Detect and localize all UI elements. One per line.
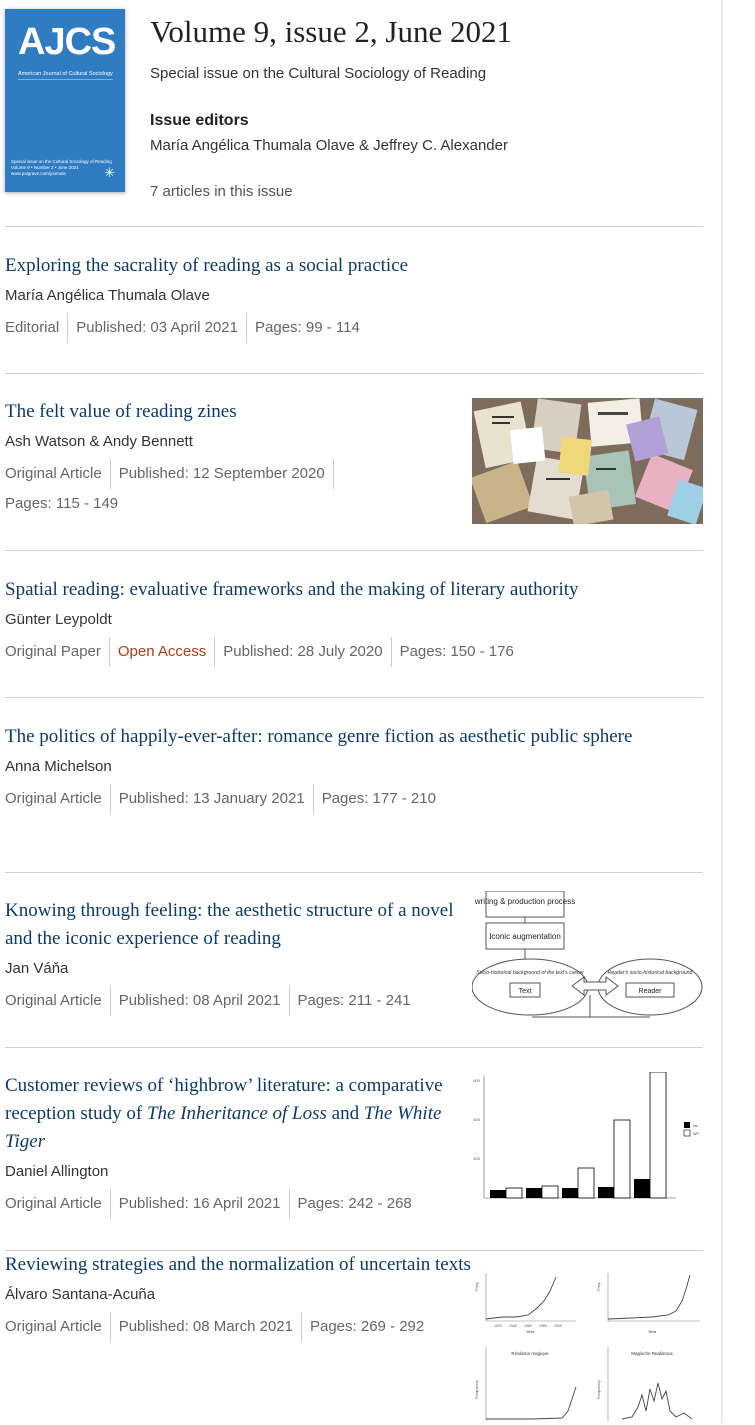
x-tick-label: 1920: [494, 1324, 502, 1328]
ngram-figure: Freq. 1920 1940 1960 1980 2000 Year Freq…: [474, 1273, 700, 1421]
article-pages: Pages: 242 - 268: [297, 1195, 412, 1212]
article-published: Published: 03 April 2021: [76, 313, 247, 343]
y-axis-label: Frequency: [596, 1380, 601, 1399]
x-tick-label: 2000: [554, 1324, 562, 1328]
cover-emblem-icon: ✳: [104, 165, 115, 180]
diagram-box-writing: writing & production process: [474, 897, 576, 906]
article-type: Original Article: [5, 784, 111, 814]
tick-label: 200: [473, 1156, 480, 1161]
article-item: The felt value of reading zines Ash Wats…: [5, 373, 703, 550]
article-type: Original Article: [5, 1312, 111, 1342]
article-item: The politics of happily-ever-after: roma…: [5, 697, 703, 872]
article-item: Spatial reading: evaluative frameworks a…: [5, 550, 703, 697]
article-meta: Original Article Published: 12 September …: [5, 459, 445, 519]
x-tick-label: 1940: [509, 1324, 517, 1328]
journal-cover[interactable]: AJCS American Journal of Cultural Sociol…: [5, 9, 125, 192]
y-axis-label: Freq.: [474, 1282, 479, 1291]
article-thumbnail[interactable]: 600 400 200 IoL WT: [472, 1072, 703, 1200]
scrollbar-track: [721, 0, 723, 1423]
article-type: Original Article: [5, 1189, 111, 1219]
article-item: Exploring the sacrality of reading as a …: [5, 226, 703, 373]
article-published: Published: 28 July 2020: [223, 637, 392, 667]
title-text-and: and: [326, 1103, 364, 1124]
cover-issue-text: Special issue on the Cultural Sociology …: [11, 159, 119, 177]
article-title-link[interactable]: Knowing through feeling: the aesthetic s…: [5, 873, 465, 953]
diagram-ellipse-right: Reader's socio-historical background: [608, 970, 694, 976]
article-thumbnail[interactable]: writing & production process Iconic augm…: [472, 891, 703, 1025]
aesthetic-structure-diagram: writing & production process Iconic augm…: [472, 891, 703, 1018]
volume-subtitle: Special issue on the Cultural Sociology …: [150, 65, 487, 82]
article-title-link[interactable]: Reviewing strategies and the normalizati…: [5, 1251, 473, 1279]
article-type: Original Paper: [5, 637, 110, 667]
article-title-link[interactable]: The felt value of reading zines: [5, 374, 445, 426]
x-tick-label: 1980: [539, 1324, 547, 1328]
legend-label: WT: [693, 1131, 700, 1136]
article-type: Original Article: [5, 986, 111, 1016]
diagram-text-box: Text: [519, 988, 532, 995]
open-access-label: Open Access: [118, 637, 216, 667]
article-authors: María Angélica Thumala Olave: [5, 287, 210, 304]
tick-label: 400: [473, 1117, 480, 1122]
x-tick-label: 1960: [524, 1324, 532, 1328]
diagram-ellipse-left: Socio-historical background of the text'…: [476, 970, 584, 976]
article-thumbnail[interactable]: [472, 398, 703, 524]
diagram-reader-box: Reader: [639, 988, 663, 995]
editors-names: María Angélica Thumala Olave & Jeffrey C…: [150, 137, 508, 154]
article-published: Published: 08 March 2021: [119, 1312, 302, 1342]
article-title-link[interactable]: The politics of happily-ever-after: roma…: [5, 698, 685, 751]
article-authors: Jan Váňa: [5, 960, 69, 977]
article-item: Customer reviews of ‘highbrow’ literatur…: [5, 1047, 703, 1250]
volume-title: Volume 9, issue 2, June 2021: [150, 14, 512, 49]
article-title-link[interactable]: Customer reviews of ‘highbrow’ literatur…: [5, 1048, 465, 1156]
article-type: Editorial: [5, 313, 69, 343]
tick-label: 600: [473, 1078, 480, 1083]
article-pages: Pages: 177 - 210: [321, 790, 436, 807]
article-thumbnail[interactable]: Freq. 1920 1940 1960 1980 2000 Year Freq…: [472, 1271, 703, 1423]
article-published: Published: 16 April 2021: [119, 1189, 290, 1219]
x-axis-label: Year: [526, 1329, 535, 1334]
x-axis-label: Year: [648, 1329, 657, 1334]
article-authors: Ash Watson & Andy Bennett: [5, 433, 193, 450]
article-published: Published: 12 September 2020: [119, 459, 334, 489]
article-item: Knowing through feeling: the aesthetic s…: [5, 872, 703, 1047]
article-pages: Pages: 150 - 176: [399, 643, 514, 660]
article-pages: Pages: 99 - 114: [255, 319, 360, 336]
article-meta: Original Article Published: 08 March 2021…: [5, 1312, 473, 1342]
article-published: Published: 13 January 2021: [119, 784, 314, 814]
article-authors: Anna Michelson: [5, 758, 112, 775]
panel-title: Réalisme magique: [511, 1351, 549, 1356]
cover-logo: AJCS: [18, 21, 116, 63]
article-item: Reviewing strategies and the normalizati…: [5, 1250, 703, 1425]
cover-divider: [18, 79, 113, 80]
cover-journal-name: American Journal of Cultural Sociology: [18, 71, 113, 77]
y-axis-label: Frequency: [474, 1380, 479, 1399]
cover-site: www.palgrave.com/journals: [11, 171, 66, 176]
issue-page: AJCS American Journal of Cultural Sociol…: [0, 0, 720, 1425]
legend-label: IoL: [693, 1123, 699, 1128]
article-authors: Daniel Allington: [5, 1163, 109, 1180]
article-meta: Original Article Published: 08 April 2021…: [5, 986, 465, 1016]
article-published: Published: 08 April 2021: [119, 986, 290, 1016]
zines-collage-image: [472, 398, 703, 524]
diagram-box-iconic: Iconic augmentation: [489, 932, 561, 941]
article-pages: Pages: 115 - 149: [5, 495, 119, 512]
article-pages: Pages: 211 - 241: [297, 992, 411, 1009]
y-axis-label: Freq.: [596, 1282, 601, 1291]
title-book-1: The Inheritance of Loss: [146, 1103, 327, 1124]
article-meta: Original Paper Open Access Published: 28 J…: [5, 637, 703, 667]
article-authors: Günter Leypoldt: [5, 611, 112, 628]
article-authors: Álvaro Santana-Acuña: [5, 1286, 156, 1303]
editors-heading: Issue editors: [150, 112, 249, 129]
panel-title: Magische Realismus: [631, 1351, 673, 1356]
reviews-bar-chart: 600 400 200 IoL WT: [473, 1072, 700, 1199]
article-title-link[interactable]: Exploring the sacrality of reading as a …: [5, 227, 703, 280]
article-type: Original Article: [5, 459, 111, 489]
article-count: 7 articles in this issue: [150, 183, 293, 200]
article-meta: Editorial Published: 03 April 2021 Pages: …: [5, 313, 703, 343]
article-title-link[interactable]: Spatial reading: evaluative frameworks a…: [5, 551, 703, 604]
article-meta: Original Article Published: 13 January 20…: [5, 784, 703, 814]
article-meta: Original Article Published: 16 April 2021…: [5, 1189, 465, 1219]
article-pages: Pages: 269 - 292: [309, 1318, 425, 1335]
issue-header: AJCS American Journal of Cultural Sociol…: [0, 0, 720, 226]
